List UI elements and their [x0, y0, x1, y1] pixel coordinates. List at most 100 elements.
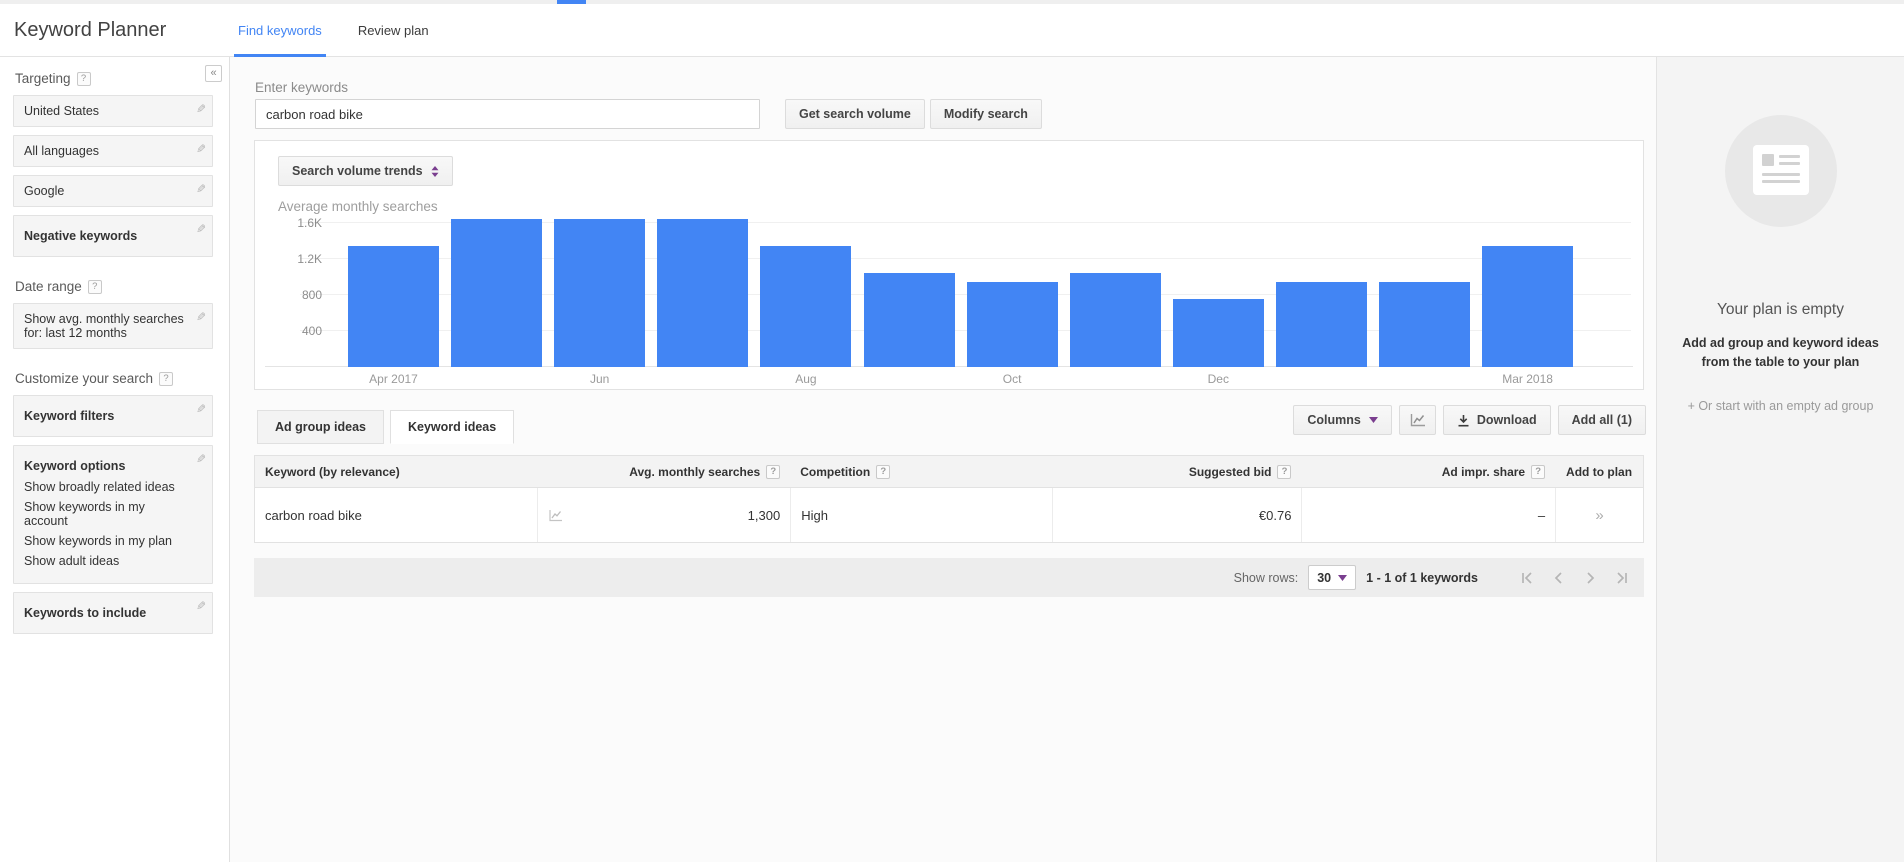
col-header-add-to-plan: Add to plan [1566, 464, 1633, 479]
sidebar-section-targeting: Targeting? United States ✎ All languages ✎ Go… [13, 71, 213, 257]
targeting-sidebar: « Targeting? United States ✎ All languages ✎… [0, 57, 230, 862]
edit-pencil-icon[interactable]: ✎ [196, 182, 206, 196]
sidebar-section-title: Targeting? [15, 71, 213, 86]
edit-pencil-icon[interactable]: ✎ [196, 402, 206, 416]
show-rows-label: Show rows: [1233, 570, 1299, 585]
notes-icon [1752, 145, 1809, 195]
table-row: carbon road bike 1,300 High €0.76 – » [255, 488, 1643, 542]
col-header-ad-impr-share[interactable]: Ad impr. share? [1301, 464, 1555, 479]
modify-search-button[interactable]: Modify search [929, 99, 1042, 129]
help-icon[interactable]: ? [76, 71, 91, 86]
sort-updown-icon [431, 165, 439, 177]
chart-bar-oct-2017[interactable] [966, 281, 1058, 367]
add-all-button[interactable]: Add all (1) [1557, 405, 1646, 435]
keyword-option-show-keywords-in-my-account: Show keywords in my account [24, 500, 145, 528]
edit-pencil-icon[interactable]: ✎ [196, 142, 206, 156]
help-icon[interactable]: ? [1277, 464, 1292, 479]
keyword-ideas-table: Keyword (by relevance) Avg. monthly sear… [254, 455, 1644, 543]
sidebar-section-customize-your-search: Customize your search? Keyword filters ✎ Ke… [13, 371, 213, 634]
x-axis-labels: Apr 2017 Jun Aug Oct Dec Mar 2018 [255, 372, 1643, 388]
help-icon[interactable]: ? [876, 464, 891, 479]
col-header-avg-monthly-searches[interactable]: Avg. monthly searches? [537, 464, 791, 479]
tab-find-keywords[interactable]: Find keywords [234, 4, 326, 57]
sidebar-item-keyword-options[interactable]: Keyword options ✎ Show broadly related ide… [13, 445, 213, 584]
chart-bar-aug-2017[interactable] [760, 245, 852, 367]
main-content: Enter keywords Get search volume Modify … [230, 57, 1656, 862]
next-page-button[interactable] [1583, 571, 1598, 585]
columns-dropdown-button[interactable]: Columns [1293, 405, 1392, 435]
x-axis-label: Jun [590, 372, 610, 386]
columns-label: Columns [1307, 413, 1361, 427]
edit-pencil-icon[interactable]: ✎ [196, 452, 206, 466]
trends-dropdown-label: Search volume trends [292, 164, 423, 178]
chart-bar-mar-2018[interactable] [1482, 245, 1574, 367]
get-search-volume-button[interactable]: Get search volume [785, 99, 925, 129]
collapse-sidebar-button[interactable]: « [205, 65, 222, 82]
chart-view-button[interactable] [1398, 405, 1436, 435]
rows-per-page-dropdown[interactable]: 30 [1308, 565, 1357, 590]
ideas-tabs: Ad group ideas Keyword ideas [257, 410, 520, 444]
sidebar-item-keywords-to-include[interactable]: Keywords to include ✎ [13, 592, 213, 634]
help-icon[interactable]: ? [1531, 464, 1546, 479]
col-header-competition[interactable]: Competition? [790, 464, 1052, 479]
add-to-plan-button[interactable]: » [1595, 507, 1603, 524]
download-icon [1457, 414, 1470, 427]
tab-keyword-ideas[interactable]: Keyword ideas [389, 410, 515, 444]
chart-bar-nov-2017[interactable] [1069, 272, 1161, 367]
edit-pencil-icon[interactable]: ✎ [196, 222, 206, 236]
tab-review-plan[interactable]: Review plan [354, 4, 433, 57]
help-icon[interactable]: ? [159, 371, 174, 386]
download-button[interactable]: Download [1442, 405, 1551, 435]
x-axis-label: Dec [1207, 372, 1229, 386]
plan-empty-message: Add ad group and keyword ideas from the … [1682, 336, 1879, 369]
search-volume-trends-dropdown[interactable]: Search volume trends [278, 156, 453, 186]
sidebar-item-negative-keywords[interactable]: Negative keywords ✎ [13, 215, 213, 257]
empty-plan-icon [1724, 115, 1837, 227]
edit-pencil-icon[interactable]: ✎ [196, 310, 206, 324]
table-header-row: Keyword (by relevance) Avg. monthly sear… [255, 456, 1643, 488]
keyword-option-show-keywords-in-my-plan: Show keywords in my plan [24, 534, 172, 548]
col-header-keyword[interactable]: Keyword (by relevance) [255, 465, 537, 479]
previous-page-button[interactable] [1551, 571, 1566, 585]
help-icon[interactable]: ? [87, 279, 102, 294]
plan-panel: Your plan is empty Add ad group and keyw… [1656, 57, 1904, 862]
edit-pencil-icon[interactable]: ✎ [196, 102, 206, 116]
first-page-button[interactable] [1519, 571, 1534, 585]
sidebar-item-united-states[interactable]: United States ✎ [13, 95, 213, 127]
add-to-plan-cell: » [1555, 488, 1643, 542]
last-page-button[interactable] [1615, 571, 1630, 585]
y-axis-label: 800 [301, 288, 322, 302]
col-header-suggested-bid[interactable]: Suggested bid? [1052, 464, 1302, 479]
sidebar-section-title: Date range? [15, 279, 213, 294]
sidebar-item-google[interactable]: Google ✎ [13, 175, 213, 207]
chart-bar-jan-2018[interactable] [1275, 281, 1367, 367]
enter-keywords-label: Enter keywords [255, 80, 349, 95]
plan-empty-title: Your plan is empty [1717, 301, 1844, 318]
chart-bar-jun-2017[interactable] [554, 219, 646, 367]
avg-searches-cell: 1,300 [536, 488, 791, 542]
sidebar-item-show-avg-monthly-searches-for-last-12-months[interactable]: Show avg. monthly searches for: last 12 … [13, 303, 213, 349]
chart-bar-apr-2017[interactable] [348, 245, 439, 367]
row-trend-chart-icon[interactable] [548, 509, 563, 522]
x-axis-label: Apr 2017 [369, 372, 418, 386]
chart-bar-may-2017[interactable] [451, 219, 543, 367]
y-axis-label: 1.6K [297, 216, 322, 230]
sidebar-item-keyword-filters[interactable]: Keyword filters ✎ [13, 395, 213, 437]
chevron-down-icon [1338, 574, 1348, 581]
start-empty-ad-group-link[interactable]: + Or start with an empty ad group [1657, 399, 1904, 413]
chart-bar-jul-2017[interactable] [657, 219, 749, 367]
help-icon[interactable]: ? [766, 464, 781, 479]
chart-bar-feb-2018[interactable] [1379, 281, 1470, 367]
chart-bar-dec-2017[interactable] [1172, 298, 1264, 367]
tab-ad-group-ideas[interactable]: Ad group ideas [257, 410, 384, 444]
pagination-range: 1 - 1 of 1 keywords [1366, 570, 1478, 585]
app-header: Keyword Planner Find keywords Review pla… [0, 4, 1904, 57]
x-axis-label: Mar 2018 [1502, 372, 1553, 386]
keywords-input[interactable] [255, 99, 760, 129]
page-title: Keyword Planner [14, 19, 167, 41]
chart-bar-sep-2017[interactable] [863, 272, 955, 367]
sidebar-item-all-languages[interactable]: All languages ✎ [13, 135, 213, 167]
bar-chart-plot: 400 800 1.2K 1.6K [255, 216, 1643, 367]
header-tabs: Find keywords Review plan [234, 4, 461, 57]
edit-pencil-icon[interactable]: ✎ [196, 599, 206, 613]
